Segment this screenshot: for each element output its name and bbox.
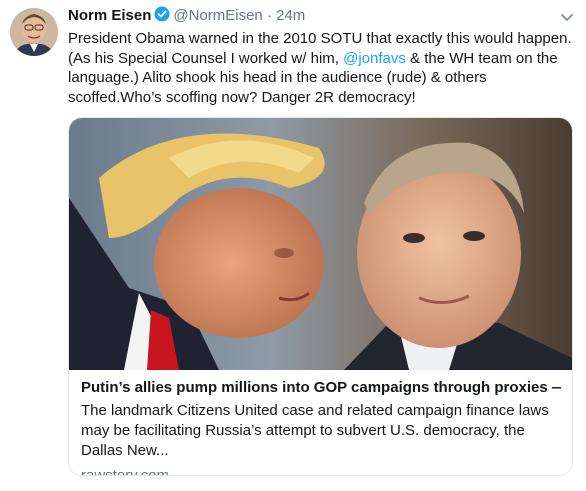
tweet-header: Norm Eisen @NormEisen · 24m	[68, 6, 305, 28]
separator-dot: ·	[266, 7, 272, 24]
card-domain[interactable]: rawstory.com	[81, 466, 561, 475]
mention-link[interactable]: @jonfavs	[343, 50, 406, 67]
link-card[interactable]: Putin’s allies pump millions into GOP ca…	[68, 117, 573, 476]
avatar-image	[10, 8, 58, 56]
author-name[interactable]: Norm Eisen	[68, 7, 151, 24]
verified-badge-icon	[154, 6, 170, 28]
tweet-text: President Obama warned in the 2010 SOTU …	[68, 29, 578, 107]
timestamp[interactable]: 24m	[276, 7, 305, 24]
card-description: The landmark Citizens United case and re…	[81, 402, 549, 459]
card-body[interactable]: Putin’s allies pump millions into GOP ca…	[81, 378, 561, 475]
chevron-down-icon[interactable]	[560, 10, 574, 22]
author-handle[interactable]: @NormEisen	[173, 7, 262, 24]
card-title[interactable]: Putin’s allies pump millions into GOP ca…	[81, 378, 561, 398]
card-image[interactable]	[69, 118, 572, 370]
avatar[interactable]	[10, 8, 58, 56]
